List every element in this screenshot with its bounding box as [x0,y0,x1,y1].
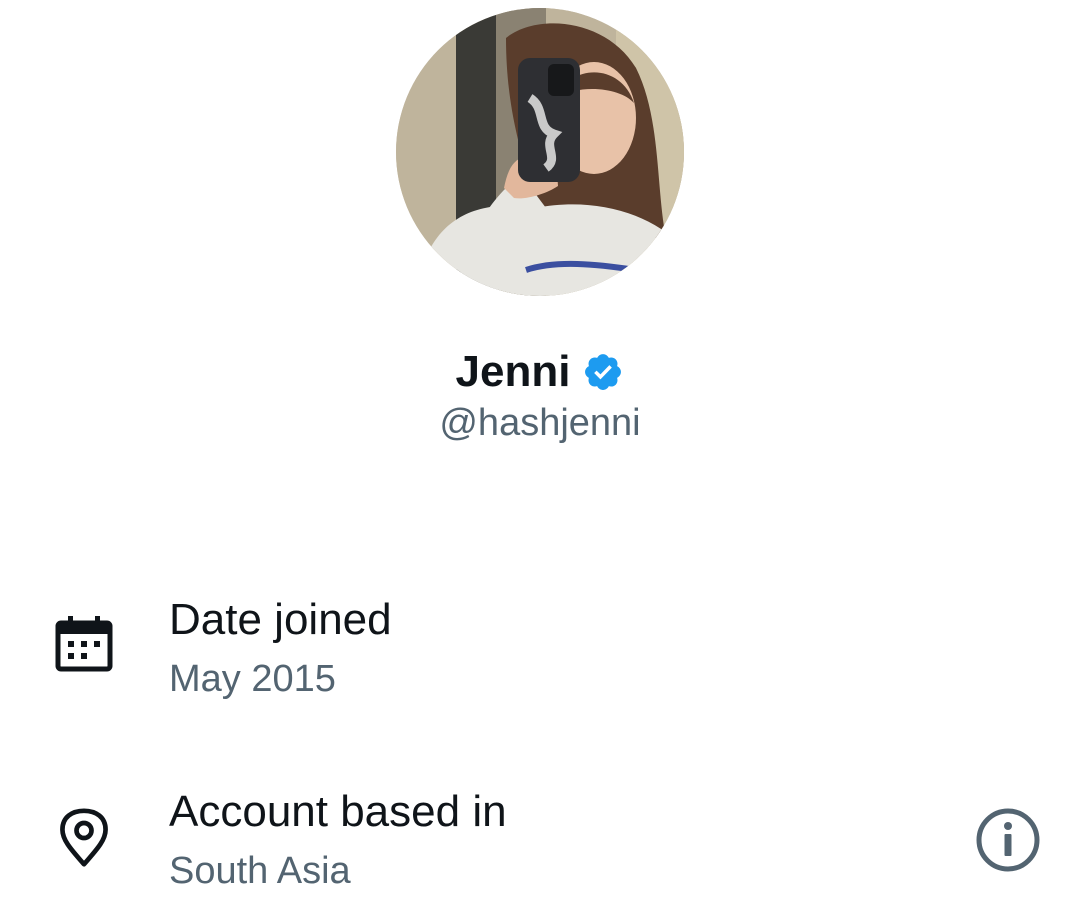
profile-handle: @hashjenni [439,402,641,444]
info-icon[interactable] [974,806,1042,874]
location-pin-icon [60,808,108,867]
verified-badge-icon[interactable] [582,351,624,393]
account-location-row: Account based in South Asia [0,784,1080,894]
date-joined-row: Date joined May 2015 [0,592,1080,702]
display-name: Jenni [455,347,571,396]
date-joined-value: May 2015 [169,658,336,700]
date-joined-label: Date joined [169,595,392,644]
name-row: Jenni [0,344,1080,400]
calendar-icon [55,616,113,672]
location-value: South Asia [169,850,351,892]
location-label: Account based in [169,787,507,836]
profile-avatar[interactable] [396,8,684,296]
avatar-photo [396,8,684,296]
